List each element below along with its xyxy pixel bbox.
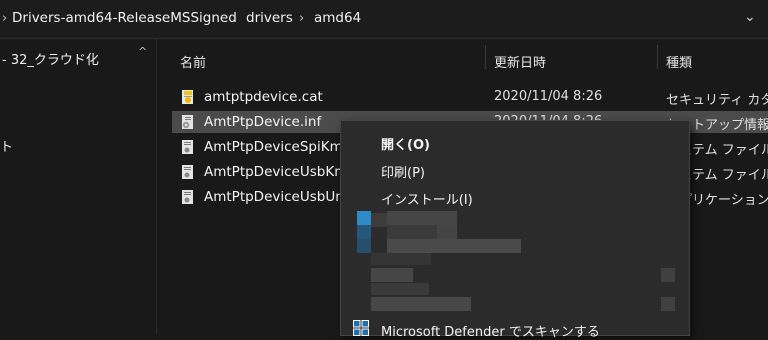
collapse-icon[interactable]: ^ — [138, 45, 147, 58]
chevron-down-icon[interactable]: ⌄ — [744, 9, 756, 25]
dll-file-icon — [182, 190, 193, 204]
menu-item-open[interactable]: 開く(O) — [381, 134, 430, 153]
file-date: 2020/11/04 8:26 — [494, 89, 603, 104]
column-divider[interactable] — [485, 45, 486, 69]
navigation-pane: - 32_クラウド化 ^ ト — [0, 39, 157, 334]
file-row[interactable]: amtptpdevice.cat 2020/11/04 8:26 セキュリティ … — [172, 86, 768, 108]
breadcrumb-separator: › — [2, 11, 8, 26]
column-divider[interactable] — [657, 45, 658, 69]
column-header-date[interactable]: 更新日時 — [494, 52, 546, 90]
file-name: AmtPtpDevice.inf — [204, 114, 322, 130]
system-file-icon — [182, 165, 193, 179]
column-header-type[interactable]: 種類 — [666, 52, 692, 90]
system-file-icon — [182, 140, 193, 154]
menu-item-print[interactable]: 印刷(P) — [381, 162, 425, 181]
sidebar-item-partial[interactable]: ト — [0, 136, 13, 155]
breadcrumb-separator: › — [232, 11, 238, 26]
sidebar-item-cloud-folder[interactable]: - 32_クラウド化 — [2, 49, 99, 68]
column-header-name[interactable]: 名前 — [180, 52, 206, 90]
file-name: amtptpdevice.cat — [204, 89, 323, 105]
breadcrumb-drivers-amd64-releasemssigned[interactable]: Drivers-amd64-ReleaseMSSigned — [12, 10, 237, 26]
breadcrumb-separator: › — [299, 11, 305, 26]
breadcrumb-drivers[interactable]: drivers — [246, 10, 293, 26]
security-catalog-icon — [182, 90, 193, 104]
address-bar[interactable]: › Drivers-amd64-ReleaseMSSigned › driver… — [0, 0, 768, 39]
context-menu: 開く(O) 印刷(P) インストール(I) Microsoft Defender… — [340, 120, 690, 340]
menu-item-install[interactable]: インストール(I) — [381, 189, 473, 208]
file-type: セキュリティ カタログ — [666, 93, 768, 108]
menu-item-defender-scan[interactable]: Microsoft Defender でスキャンする — [381, 321, 600, 340]
setup-info-icon — [182, 115, 193, 129]
breadcrumb-amd64[interactable]: amd64 — [314, 10, 361, 26]
